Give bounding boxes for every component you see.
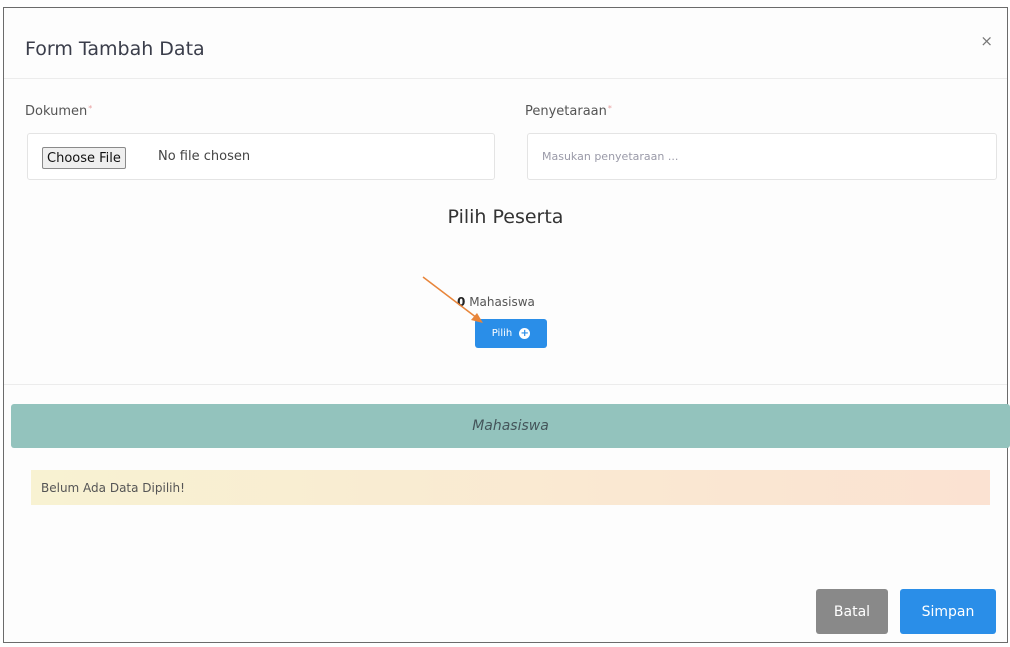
- choose-file-button[interactable]: Choose File: [42, 147, 126, 169]
- participant-count: 0 Mahasiswa: [457, 295, 535, 309]
- dokumen-label: Dokumen*: [25, 104, 92, 119]
- penyetaraan-label: Penyetaraan*: [525, 104, 612, 119]
- participant-count-number: 0: [457, 295, 466, 309]
- mahasiswa-table-header: Mahasiswa: [11, 404, 1010, 448]
- dokumen-label-text: Dokumen: [25, 104, 88, 119]
- required-marker: *: [607, 104, 612, 113]
- modal-title: Form Tambah Data: [25, 38, 205, 60]
- required-marker: *: [88, 104, 93, 113]
- penyetaraan-input[interactable]: [527, 133, 997, 180]
- form-modal: Form Tambah Data × Dokumen* Choose File …: [3, 7, 1010, 643]
- pilih-button-label: Pilih: [491, 328, 513, 339]
- file-status-text: No file chosen: [158, 149, 251, 164]
- cancel-button[interactable]: Batal: [816, 589, 888, 634]
- close-icon[interactable]: ×: [980, 34, 993, 49]
- pilih-peserta-title: Pilih Peserta: [447, 206, 564, 228]
- penyetaraan-label-text: Penyetaraan: [525, 104, 607, 119]
- header-divider: [4, 78, 1007, 79]
- dokumen-file-input[interactable]: Choose File No file chosen: [27, 133, 495, 180]
- empty-data-alert: Belum Ada Data Dipilih!: [31, 470, 990, 505]
- save-button[interactable]: Simpan: [900, 589, 996, 634]
- plus-circle-icon: +: [519, 328, 531, 339]
- pilih-button[interactable]: Pilih +: [475, 319, 547, 348]
- participant-count-label: Mahasiswa: [469, 295, 535, 309]
- section-divider: [4, 384, 1007, 385]
